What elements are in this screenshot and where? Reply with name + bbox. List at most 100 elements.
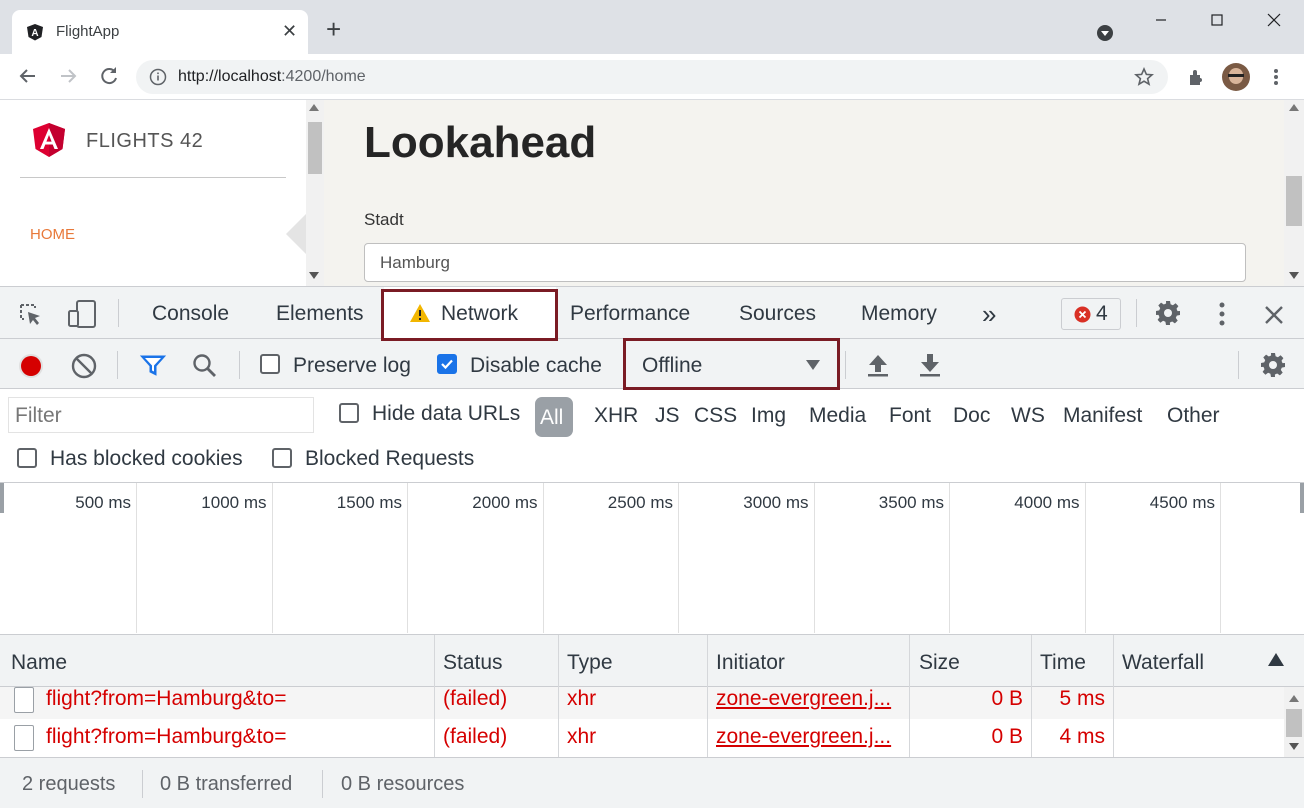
timeline-gridline — [813, 483, 815, 633]
devtools-menu-icon[interactable] — [1212, 300, 1232, 328]
page-scrollbar[interactable] — [1284, 100, 1304, 286]
tab-close-icon[interactable]: ✕ — [282, 21, 297, 41]
filter-icon[interactable] — [139, 354, 167, 378]
info-icon[interactable] — [149, 68, 167, 86]
error-count-badge[interactable]: 4 — [1061, 298, 1121, 330]
address-bar[interactable]: http://localhost:4200/home — [136, 60, 1168, 94]
preserve-log-label: Preserve log — [293, 354, 411, 377]
table-row[interactable]: flight?from=Hamburg&to= (failed) xhr zon… — [0, 687, 1284, 719]
disable-cache-label: Disable cache — [470, 354, 602, 377]
transferred-size: 0 B transferred — [160, 773, 293, 795]
back-icon[interactable] — [16, 64, 40, 88]
timeline-gridline — [678, 483, 679, 633]
type-filter-js[interactable]: JS — [655, 404, 680, 428]
preserve-log-checkbox[interactable] — [260, 354, 280, 374]
timeline-overview[interactable]: 500 ms 1000 ms 1500 ms 2000 ms 2500 ms 3000 m… — [0, 483, 1304, 635]
timeline-handle[interactable] — [1300, 483, 1304, 513]
type-filter-all[interactable]: All — [535, 397, 573, 437]
toolbar-separator — [239, 351, 240, 379]
column-initiator[interactable]: Initiator — [716, 651, 785, 675]
timeline-tick-label: 3000 ms — [743, 493, 809, 512]
filter-input[interactable]: Filter — [8, 397, 314, 433]
city-input[interactable]: Hamburg — [364, 243, 1246, 282]
type-filter-media[interactable]: Media — [809, 404, 866, 428]
type-filter-manifest[interactable]: Manifest — [1063, 404, 1142, 428]
timeline-tick-label: 3500 ms — [878, 493, 944, 512]
request-initiator-link[interactable]: zone-evergreen.j... — [716, 725, 891, 749]
timeline-handle[interactable] — [0, 483, 4, 513]
column-type[interactable]: Type — [567, 651, 613, 675]
column-status[interactable]: Status — [443, 651, 503, 675]
request-size: 0 B — [991, 687, 1023, 710]
minimize-icon[interactable] — [1146, 8, 1176, 32]
timeline-gridline — [949, 483, 950, 633]
column-time[interactable]: Time — [1040, 651, 1086, 675]
close-window-icon[interactable] — [1259, 8, 1289, 32]
column-name[interactable]: Name — [11, 651, 67, 675]
request-name: flight?from=Hamburg&to= — [46, 725, 287, 748]
devtools-tab-bar: Console Elements Network Performance Sou… — [0, 287, 1304, 339]
timeline-gridline — [1084, 483, 1086, 633]
settings-gear-icon[interactable] — [1155, 300, 1181, 326]
tab-sources[interactable]: Sources — [739, 302, 816, 326]
export-har-icon[interactable] — [918, 352, 942, 378]
browser-menu-icon[interactable] — [1266, 66, 1286, 88]
column-waterfall[interactable]: Waterfall — [1122, 651, 1204, 675]
sort-ascending-icon[interactable] — [1268, 653, 1284, 666]
request-time: 4 ms — [1059, 725, 1105, 748]
new-tab-icon[interactable]: + — [326, 16, 341, 42]
requests-table-header: Name Status Type Initiator Size Time Wat… — [0, 635, 1304, 687]
type-filter-css[interactable]: CSS — [694, 404, 737, 428]
type-filter-font[interactable]: Font — [889, 404, 931, 428]
column-size[interactable]: Size — [919, 651, 960, 675]
network-settings-gear-icon[interactable] — [1260, 352, 1286, 378]
hide-data-urls-checkbox[interactable] — [339, 403, 359, 423]
type-filter-doc[interactable]: Doc — [953, 404, 990, 428]
tab-memory[interactable]: Memory — [861, 302, 937, 326]
request-initiator-link[interactable]: zone-evergreen.j... — [716, 687, 891, 711]
inspect-element-icon[interactable] — [18, 302, 44, 328]
svg-text:A: A — [31, 28, 38, 39]
timeline-gridline — [271, 483, 273, 633]
request-time: 5 ms — [1059, 687, 1105, 710]
timeline-gridline — [407, 483, 408, 633]
table-scrollbar[interactable] — [1284, 687, 1304, 757]
record-icon[interactable] — [17, 352, 45, 380]
tab-elements[interactable]: Elements — [276, 302, 364, 326]
network-tab-highlight — [381, 289, 558, 341]
sidebar-divider — [20, 177, 286, 178]
requests-table-body: flight?from=Hamburg&to= (failed) xhr zon… — [0, 687, 1304, 757]
disable-cache-checkbox[interactable] — [437, 354, 457, 374]
bookmark-star-icon[interactable] — [1134, 67, 1154, 87]
type-filter-img[interactable]: Img — [751, 404, 786, 428]
type-filter-xhr[interactable]: XHR — [594, 404, 638, 428]
nav-home-link[interactable]: HOME — [30, 226, 75, 243]
type-filter-ws[interactable]: WS — [1011, 404, 1045, 428]
timeline-gridline — [542, 483, 544, 633]
more-tabs-icon[interactable]: » — [982, 299, 996, 330]
reload-icon[interactable] — [97, 64, 121, 88]
toolbar-separator — [1136, 299, 1137, 327]
request-name: flight?from=Hamburg&to= — [46, 687, 287, 710]
type-filter-other[interactable]: Other — [1167, 404, 1220, 428]
browser-tab[interactable]: A FlightApp ✕ — [12, 10, 308, 54]
close-devtools-icon[interactable] — [1263, 304, 1285, 326]
table-row[interactable]: flight?from=Hamburg&to= (failed) xhr zon… — [0, 719, 1284, 757]
maximize-icon[interactable] — [1202, 8, 1232, 32]
device-toolbar-icon[interactable] — [66, 299, 98, 329]
search-icon[interactable] — [192, 353, 218, 379]
sidebar-scrollbar[interactable] — [306, 100, 324, 286]
clear-icon[interactable] — [71, 353, 97, 379]
profile-dropdown-icon[interactable] — [1096, 24, 1114, 42]
resources-size: 0 B resources — [341, 773, 465, 795]
forward-icon[interactable] — [56, 64, 80, 88]
blocked-requests-checkbox[interactable] — [272, 448, 292, 468]
toolbar-separator — [1238, 351, 1239, 379]
avatar[interactable] — [1222, 63, 1250, 91]
filter-bar: Filter Hide data URLs All XHR JS CSS Img… — [0, 389, 1304, 483]
tab-performance[interactable]: Performance — [570, 302, 690, 326]
tab-console[interactable]: Console — [152, 302, 229, 326]
import-har-icon[interactable] — [866, 352, 890, 378]
extensions-icon[interactable] — [1186, 66, 1208, 88]
has-blocked-cookies-checkbox[interactable] — [17, 448, 37, 468]
